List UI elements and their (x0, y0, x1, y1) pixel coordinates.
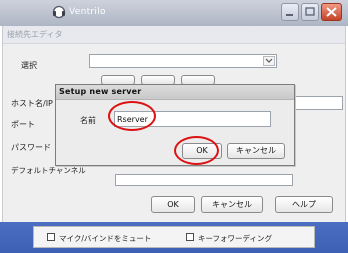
headset-icon (52, 5, 66, 19)
default-channel-input[interactable] (115, 174, 293, 186)
options-panel: マイク/バインドをミュート キーフォワーディング (33, 226, 315, 248)
close-button[interactable] (321, 3, 342, 21)
key-forwarding-label: キーフォワーディング (198, 234, 273, 243)
select-label: 選択 (21, 61, 37, 70)
dialog-titlebar: Setup new server (56, 85, 294, 100)
highlight-circle-ok-button (174, 136, 219, 165)
editor-titlebar: 接続先エディタ (3, 26, 345, 44)
mic-bind-mute-checkbox[interactable] (47, 233, 55, 241)
port-label: ポート (11, 120, 35, 129)
editor-title: 接続先エディタ (7, 30, 63, 39)
key-forwarding-checkbox[interactable] (186, 233, 194, 241)
help-button[interactable]: ヘルプ (275, 196, 333, 213)
minimize-button[interactable] (281, 3, 299, 21)
host-label: ホスト名/IP (11, 99, 53, 108)
server-select[interactable] (89, 54, 277, 68)
highlight-circle-name-input (108, 101, 156, 131)
select-dropdown-button[interactable] (263, 56, 275, 66)
password-label: パスワード (11, 143, 51, 152)
cancel-button[interactable]: キャンセル (201, 196, 263, 213)
options-bar: マイク/バインドをミュート キーフォワーディング (0, 222, 348, 253)
maximize-icon (305, 7, 315, 16)
default-channel-label: デフォルトチャンネル (11, 166, 86, 175)
app-title: Ventrilo (69, 7, 106, 17)
maximize-button[interactable] (301, 3, 319, 21)
host-input[interactable] (295, 96, 343, 110)
close-icon (326, 7, 337, 17)
minimize-icon (286, 14, 293, 16)
app-titlebar: Ventrilo (0, 0, 348, 26)
chevron-down-icon (265, 58, 273, 63)
dialog-title: Setup new server (59, 87, 142, 96)
ok-button[interactable]: OK (151, 196, 195, 213)
dialog-cancel-button[interactable]: キャンセル (227, 143, 285, 159)
mic-bind-mute-label: マイク/バインドをミュート (59, 234, 152, 243)
name-label: 名前 (80, 116, 96, 125)
